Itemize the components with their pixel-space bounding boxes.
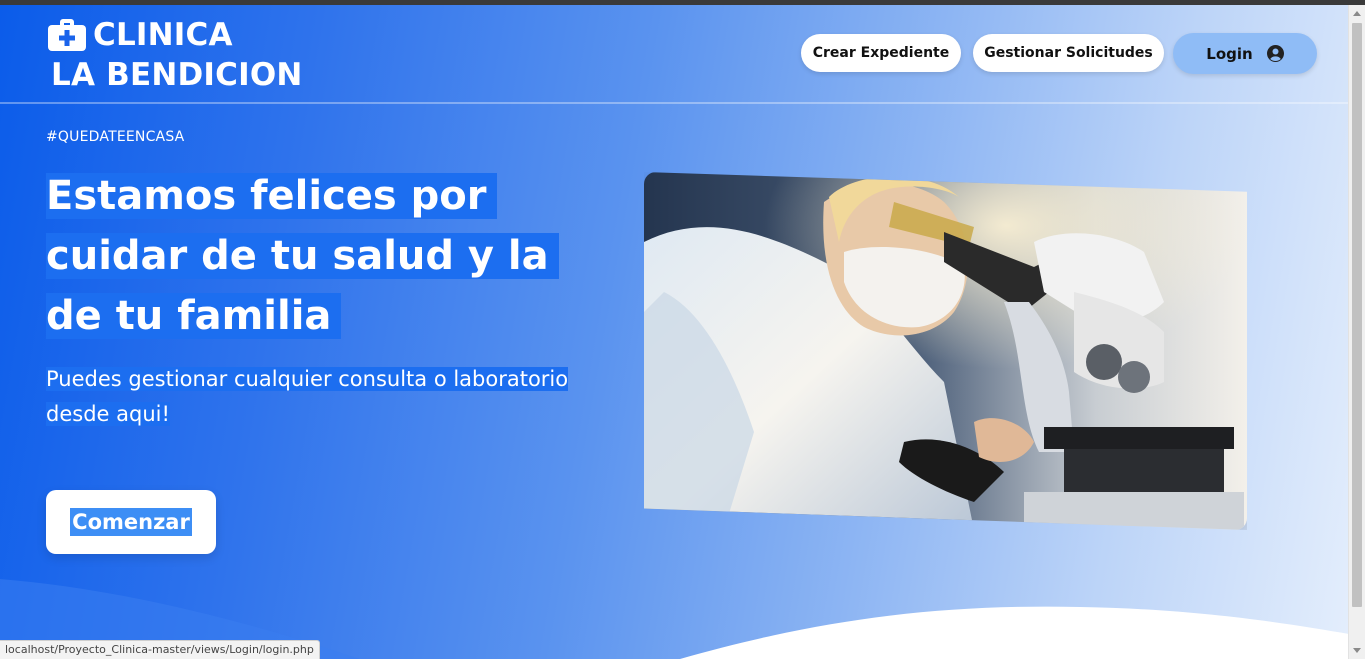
hero-subtitle-text: Puedes gestionar cualquier consulta o la… — [46, 367, 569, 426]
site-header: CLINICA LA BENDICION Crear Expediente Ge… — [0, 5, 1349, 104]
scroll-up-arrow-icon[interactable] — [1353, 11, 1361, 16]
gestionar-solicitudes-label: Gestionar Solicitudes — [984, 45, 1153, 61]
brand-name-line2: LA BENDICION — [51, 57, 303, 93]
medical-kit-icon — [48, 19, 86, 51]
login-button[interactable]: Login — [1173, 33, 1317, 74]
crear-expediente-label: Crear Expediente — [812, 45, 950, 61]
scroll-down-arrow-icon[interactable] — [1353, 648, 1361, 653]
hero-headline-text: Estamos felices por cuidar de tu salud y… — [46, 173, 559, 339]
login-label: Login — [1206, 44, 1253, 63]
hashtag-label: #QUEDATEENCASA — [46, 129, 185, 145]
brand-logo[interactable]: CLINICA LA BENDICION — [48, 15, 303, 95]
status-bar-url: localhost/Proyecto_Clinica-master/views/… — [0, 640, 320, 659]
user-circle-icon — [1266, 45, 1284, 62]
brand-name-line1: CLINICA — [93, 17, 233, 53]
comenzar-label: Comenzar — [70, 508, 192, 536]
hero-headline: Estamos felices por cuidar de tu salud y… — [46, 166, 566, 346]
hero-subtitle: Puedes gestionar cualquier consulta o la… — [46, 362, 586, 432]
comenzar-button[interactable]: Comenzar — [46, 490, 216, 554]
scientist-with-microscope-photo — [644, 172, 1247, 530]
gestionar-solicitudes-button[interactable]: Gestionar Solicitudes — [973, 34, 1164, 72]
crear-expediente-button[interactable]: Crear Expediente — [801, 34, 961, 72]
vertical-scrollbar[interactable] — [1348, 5, 1365, 659]
scroll-thumb[interactable] — [1352, 23, 1362, 607]
landing-page: CLINICA LA BENDICION Crear Expediente Ge… — [0, 5, 1349, 659]
